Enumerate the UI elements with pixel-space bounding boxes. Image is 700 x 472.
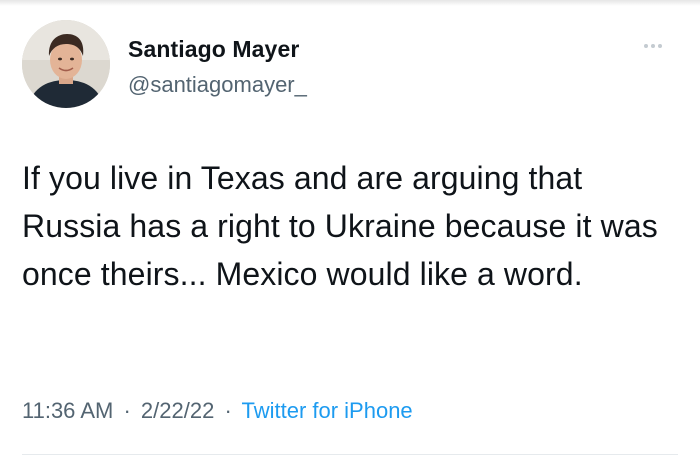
more-options-icon[interactable] <box>636 36 670 56</box>
tweet-card: Santiago Mayer @santiagomayer_ If you li… <box>0 0 700 472</box>
tweet-date[interactable]: 2/22/22 <box>141 398 214 423</box>
tweet-source-link[interactable]: Twitter for iPhone <box>241 398 412 423</box>
tweet-time[interactable]: 11:36 AM <box>22 398 113 423</box>
more-dot <box>658 44 662 48</box>
avatar[interactable] <box>22 20 110 108</box>
avatar-image <box>22 20 110 108</box>
author-handle[interactable]: @santiagomayer_ <box>128 72 307 98</box>
divider <box>22 454 678 455</box>
tweet-text: If you live in Texas and are arguing tha… <box>22 160 658 292</box>
author-display-name[interactable]: Santiago Mayer <box>128 36 299 63</box>
more-dot <box>651 44 655 48</box>
meta-separator: · <box>224 398 232 423</box>
top-edge <box>0 0 700 6</box>
meta-separator: · <box>123 398 131 423</box>
tweet-meta: 11:36 AM · 2/22/22 · Twitter for iPhone <box>22 398 413 424</box>
more-dot <box>644 44 648 48</box>
